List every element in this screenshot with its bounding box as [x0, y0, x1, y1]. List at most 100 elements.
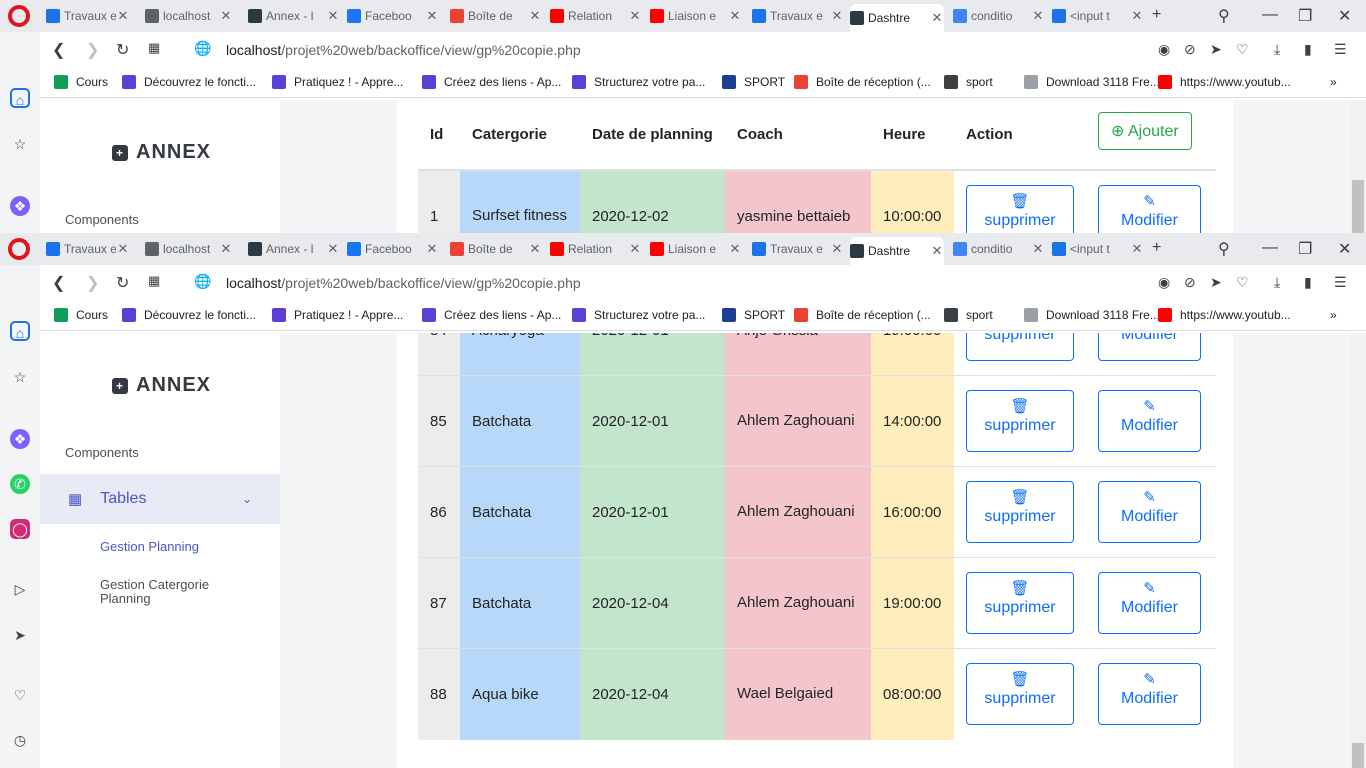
minimize-icon[interactable]: —	[1262, 6, 1278, 24]
bookmark-item[interactable]: Créez des liens - Ap...	[422, 308, 561, 322]
bookmark-item[interactable]: Découvrez le foncti...	[122, 75, 256, 89]
delete-button[interactable]: 🗑supprimer	[966, 572, 1074, 634]
snapshot-icon[interactable]: ◉	[1158, 274, 1170, 291]
tab-close-icon[interactable]: ✕	[728, 241, 742, 257]
tab-close-icon[interactable]: ✕	[1130, 241, 1144, 257]
sidebar-item-gestion-categorie[interactable]: Gestion Catergorie Planning	[100, 578, 230, 606]
opera-logo-icon[interactable]	[8, 238, 30, 260]
bookmark-item[interactable]: https://www.youtub...	[1158, 308, 1291, 322]
delete-button[interactable]: 🗑supprimer	[966, 333, 1074, 361]
tab-close-icon[interactable]: ✕	[830, 8, 844, 24]
reload-icon[interactable]: ↻	[116, 40, 129, 60]
browser-tab[interactable]: Dashtre ✕	[850, 237, 944, 265]
instagram-icon[interactable]: ◯	[10, 519, 30, 539]
tab-close-icon[interactable]: ✕	[628, 8, 642, 24]
bookmark-item[interactable]: Découvrez le foncti...	[122, 308, 256, 322]
history-icon[interactable]: ◷	[10, 730, 30, 750]
brand[interactable]: + ANNEX	[112, 141, 211, 164]
tab-close-icon[interactable]: ✕	[425, 8, 439, 24]
restore-icon[interactable]: ❐	[1298, 6, 1312, 26]
forward-icon[interactable]: ❯	[86, 40, 99, 60]
edit-button[interactable]: ✎Modifier	[1098, 663, 1201, 726]
new-tab-icon[interactable]: +	[1152, 239, 1161, 257]
player-icon[interactable]: ▷	[10, 579, 30, 599]
edit-button[interactable]: ✎Modifier	[1098, 185, 1201, 233]
edit-button[interactable]: ✎Modifier	[1098, 572, 1201, 634]
heart-icon[interactable]: ♡	[1236, 41, 1249, 58]
tab-close-icon[interactable]: ✕	[116, 241, 130, 257]
tab-close-icon[interactable]: ✕	[326, 241, 340, 257]
browser-tab[interactable]: Relation ✕	[550, 4, 642, 28]
sidebar-item-tables[interactable]: ▦ Tables ⌄	[40, 474, 280, 524]
browser-tab[interactable]: Annex - l ✕	[248, 4, 340, 28]
tab-close-icon[interactable]: ✕	[1130, 8, 1144, 24]
close-window-icon[interactable]: ✕	[1338, 239, 1351, 259]
snapshot-icon[interactable]: ◉	[1158, 41, 1170, 58]
tab-close-icon[interactable]: ✕	[116, 8, 130, 24]
browser-tab[interactable]: localhost ✕	[145, 4, 233, 28]
url-field[interactable]: localhost/projet%20web/backoffice/view/g…	[226, 275, 581, 291]
browser-tab[interactable]: <input t ✕	[1052, 4, 1144, 28]
delete-button[interactable]: 🗑supprimer	[966, 185, 1074, 233]
browser-tab[interactable]: Boîte de ✕	[450, 237, 542, 261]
back-icon[interactable]: ❮	[52, 273, 65, 293]
browser-tab[interactable]: Dashtre ✕	[850, 4, 944, 32]
heart-icon[interactable]: ♡	[10, 685, 30, 705]
bookmark-item[interactable]: Structurez votre pa...	[572, 308, 705, 322]
site-info-icon[interactable]: 🌐	[194, 273, 211, 290]
flow-icon[interactable]: ➤	[10, 625, 30, 645]
browser-tab[interactable]: Liaison e ✕	[650, 237, 742, 261]
home-icon[interactable]: ⌂	[10, 88, 30, 108]
delete-button[interactable]: 🗑supprimer	[966, 663, 1074, 726]
browser-tab[interactable]: conditio ✕	[953, 237, 1045, 261]
tab-close-icon[interactable]: ✕	[425, 241, 439, 257]
whatsapp-icon[interactable]: ✆	[10, 474, 30, 494]
heart-icon[interactable]: ♡	[1236, 274, 1249, 291]
battery-icon[interactable]: ▮	[1304, 274, 1312, 291]
block-icon[interactable]: ⊘	[1184, 274, 1196, 291]
bookmark-item[interactable]: Download 3118 Fre...	[1024, 308, 1160, 322]
browser-tab[interactable]: conditio ✕	[953, 4, 1045, 28]
opera-logo-icon[interactable]	[8, 5, 30, 27]
restore-icon[interactable]: ❐	[1298, 239, 1312, 259]
block-icon[interactable]: ⊘	[1184, 41, 1196, 58]
scrollbar-thumb[interactable]	[1352, 180, 1364, 233]
edit-button[interactable]: ✎Modifier	[1098, 390, 1201, 452]
browser-tab[interactable]: Faceboo ✕	[347, 4, 439, 28]
browser-tab[interactable]: Liaison e ✕	[650, 4, 742, 28]
bookmark-item[interactable]: Cours	[54, 308, 108, 322]
edit-button[interactable]: ✎Modifier	[1098, 481, 1201, 543]
star-icon[interactable]: ☆	[10, 134, 30, 154]
tab-close-icon[interactable]: ✕	[930, 10, 944, 26]
bookmark-item[interactable]: Créez des liens - Ap...	[422, 75, 561, 89]
tab-close-icon[interactable]: ✕	[219, 241, 233, 257]
site-info-icon[interactable]: 🌐	[194, 40, 211, 57]
browser-tab[interactable]: localhost ✕	[145, 237, 233, 261]
battery-icon[interactable]: ▮	[1304, 41, 1312, 58]
url-field[interactable]: localhost/projet%20web/backoffice/view/g…	[226, 42, 581, 58]
browser-tab[interactable]: Travaux e ✕	[46, 237, 130, 261]
bookmark-item[interactable]: Download 3118 Fre...	[1024, 75, 1160, 89]
tab-close-icon[interactable]: ✕	[1031, 8, 1045, 24]
bookmark-item[interactable]: Pratiquez ! - Appre...	[272, 308, 403, 322]
bookmark-item[interactable]: Cours	[54, 75, 108, 89]
bookmark-item[interactable]: Structurez votre pa...	[572, 75, 705, 89]
close-window-icon[interactable]: ✕	[1338, 6, 1351, 26]
bookmark-item[interactable]: Pratiquez ! - Appre...	[272, 75, 403, 89]
tab-close-icon[interactable]: ✕	[930, 243, 944, 259]
download-icon[interactable]: ⤓	[1274, 274, 1280, 291]
bookmark-item[interactable]: sport	[944, 308, 993, 322]
speed-dial-icon[interactable]: ▦	[148, 273, 160, 289]
delete-button[interactable]: 🗑supprimer	[966, 481, 1074, 543]
browser-tab[interactable]: Travaux e ✕	[752, 4, 844, 28]
forward-icon[interactable]: ❯	[86, 273, 99, 293]
more-bookmarks-icon[interactable]: »	[1330, 308, 1337, 322]
download-icon[interactable]: ⤓	[1274, 41, 1280, 58]
bookmark-item[interactable]: SPORT	[722, 308, 785, 322]
more-bookmarks-icon[interactable]: »	[1330, 75, 1337, 89]
bookmark-item[interactable]: Boîte de réception (...	[794, 308, 931, 322]
add-button[interactable]: ⊕ Ajouter	[1098, 112, 1192, 150]
bookmark-item[interactable]: https://www.youtub...	[1158, 75, 1291, 89]
star-icon[interactable]: ☆	[10, 367, 30, 387]
tab-close-icon[interactable]: ✕	[528, 241, 542, 257]
